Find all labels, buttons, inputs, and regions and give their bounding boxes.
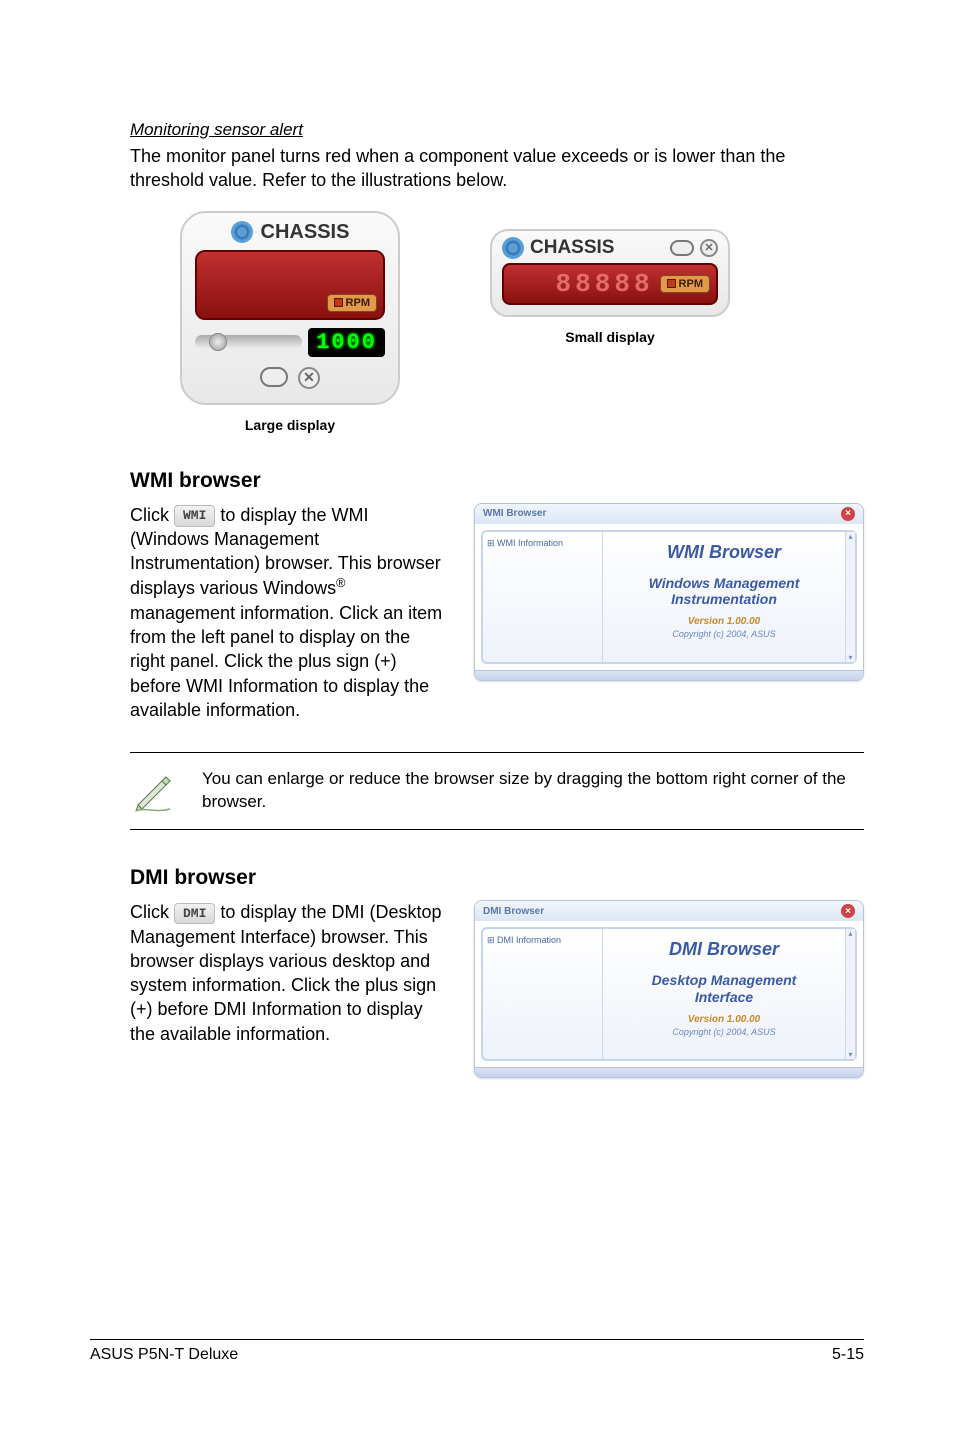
chassis-small-top: CHASSIS ✕ (502, 237, 718, 259)
dmi-version: Version 1.00.00 (688, 1014, 760, 1025)
close-icon[interactable]: ✕ (700, 239, 718, 257)
dmi-panel-sub: Desktop Management Interface (652, 972, 797, 1006)
footer-left: ASUS P5N-T Deluxe (90, 1346, 238, 1364)
fan-icon (502, 237, 524, 259)
dmi-sub1: Desktop Management (652, 972, 797, 988)
registered-mark: ® (336, 576, 345, 590)
wmi-text-3: management information. Click an item fr… (130, 603, 442, 720)
dmi-tree-node[interactable]: ⊞ DMI Information (487, 935, 598, 946)
scroll-up-icon[interactable]: ▴ (846, 929, 855, 938)
monitoring-subheading: Monitoring sensor alert (130, 120, 864, 140)
wmi-chip[interactable]: WMI (174, 505, 215, 527)
chassis-small-right: ✕ (670, 239, 718, 257)
close-icon[interactable]: × (841, 904, 855, 918)
small-display-column: CHASSIS ✕ 88888 RPM Small display (490, 229, 730, 345)
toggle-icon[interactable] (670, 240, 694, 256)
large-display-column: CHASSIS RPM 1000 ✕ (180, 211, 400, 433)
dmi-sub2: Interface (695, 989, 753, 1005)
footer-right: 5-15 (832, 1346, 864, 1364)
wmi-titlebar[interactable]: WMI Browser × (475, 504, 863, 524)
dmi-panel-title: DMI Browser (669, 939, 779, 960)
rpm-label-small: RPM (679, 278, 703, 290)
dmi-titlebar[interactable]: DMI Browser × (475, 901, 863, 921)
rpm-square-icon (334, 298, 343, 307)
wmi-scrollbar[interactable]: ▴ ▾ (845, 532, 855, 662)
dmi-window-title: DMI Browser (483, 906, 544, 917)
dmi-text: Click DMI to display the DMI (Desktop Ma… (130, 900, 450, 1046)
close-icon[interactable]: × (841, 507, 855, 521)
wmi-copyright: Copyright (c) 2004, ASUS (672, 629, 775, 639)
note-box: You can enlarge or reduce the browser si… (130, 752, 864, 830)
dmi-copyright: Copyright (c) 2004, ASUS (672, 1027, 775, 1037)
chassis-small-gauge: CHASSIS ✕ 88888 RPM (490, 229, 730, 317)
monitoring-body: The monitor panel turns red when a compo… (130, 144, 864, 193)
rpm-label-large: RPM (346, 297, 370, 309)
dmi-heading: DMI browser (130, 866, 864, 890)
wmi-tree-pane[interactable]: ⊞ WMI Information (483, 532, 603, 662)
rpm-badge-large: RPM (327, 294, 377, 312)
dial-row: 1000 (195, 328, 385, 357)
dmi-info-pane: DMI Browser Desktop Management Interface… (603, 929, 845, 1059)
wmi-sub2: Instrumentation (671, 591, 777, 607)
gauge-icon-row: ✕ (260, 367, 320, 389)
wmi-tree-node[interactable]: ⊞ WMI Information (487, 538, 598, 549)
wmi-sub1: Windows Management (649, 575, 800, 591)
resize-grip[interactable] (475, 1067, 863, 1077)
scroll-down-icon[interactable]: ▾ (846, 1050, 855, 1059)
chassis-large-header: CHASSIS (231, 221, 350, 244)
dmi-scrollbar[interactable]: ▴ ▾ (845, 929, 855, 1059)
wmi-version: Version 1.00.00 (688, 616, 760, 627)
scroll-down-icon[interactable]: ▾ (846, 653, 855, 662)
wmi-browser-window: WMI Browser × ⊞ WMI Information WMI Brow… (474, 503, 864, 681)
page-footer: ASUS P5N-T Deluxe 5-15 (90, 1339, 864, 1364)
fan-icon (231, 221, 253, 243)
alert-panel-large: RPM (195, 250, 385, 320)
display-row: CHASSIS RPM 1000 ✕ (130, 211, 864, 433)
wmi-heading: WMI browser (130, 469, 864, 493)
segment-digits: 88888 (556, 269, 654, 299)
small-caption: Small display (565, 329, 654, 345)
rpm-square-icon (667, 279, 676, 288)
close-icon[interactable]: ✕ (298, 367, 320, 389)
dmi-chip[interactable]: DMI (174, 903, 215, 925)
chassis-small-label: CHASSIS (530, 237, 614, 259)
resize-grip[interactable] (475, 670, 863, 680)
alert-panel-small: 88888 RPM (502, 263, 718, 305)
scroll-up-icon[interactable]: ▴ (846, 532, 855, 541)
dmi-text-1: Click (130, 902, 174, 922)
wmi-text-1: Click (130, 505, 174, 525)
dmi-tree-label: DMI Information (497, 935, 561, 945)
dmi-two-col: Click DMI to display the DMI (Desktop Ma… (130, 900, 864, 1078)
rpm-badge-small: RPM (660, 275, 710, 293)
dmi-browser-window: DMI Browser × ⊞ DMI Information DMI Brow… (474, 900, 864, 1078)
wmi-window-title: WMI Browser (483, 508, 546, 519)
threshold-slider[interactable] (195, 335, 302, 349)
note-text: You can enlarge or reduce the browser si… (202, 768, 864, 814)
pencil-icon (130, 767, 178, 815)
toggle-icon[interactable] (260, 367, 288, 387)
dmi-frame: ⊞ DMI Information DMI Browser Desktop Ma… (481, 927, 857, 1061)
slider-knob[interactable] (209, 333, 227, 351)
wmi-panel-title: WMI Browser (667, 542, 781, 563)
large-caption: Large display (245, 417, 335, 433)
wmi-panel-sub: Windows Management Instrumentation (649, 575, 800, 609)
chassis-small-left: CHASSIS (502, 237, 614, 259)
lcd-readout: 1000 (308, 328, 385, 357)
wmi-frame: ⊞ WMI Information WMI Browser Windows Ma… (481, 530, 857, 664)
wmi-two-col: Click WMI to display the WMI (Windows Ma… (130, 503, 864, 723)
wmi-info-pane: WMI Browser Windows Management Instrumen… (603, 532, 845, 662)
page-content: Monitoring sensor alert The monitor pane… (0, 0, 954, 1078)
chassis-large-gauge: CHASSIS RPM 1000 ✕ (180, 211, 400, 405)
chassis-large-label: CHASSIS (261, 221, 350, 244)
dmi-tree-pane[interactable]: ⊞ DMI Information (483, 929, 603, 1059)
wmi-text: Click WMI to display the WMI (Windows Ma… (130, 503, 450, 723)
wmi-tree-label: WMI Information (497, 538, 563, 548)
